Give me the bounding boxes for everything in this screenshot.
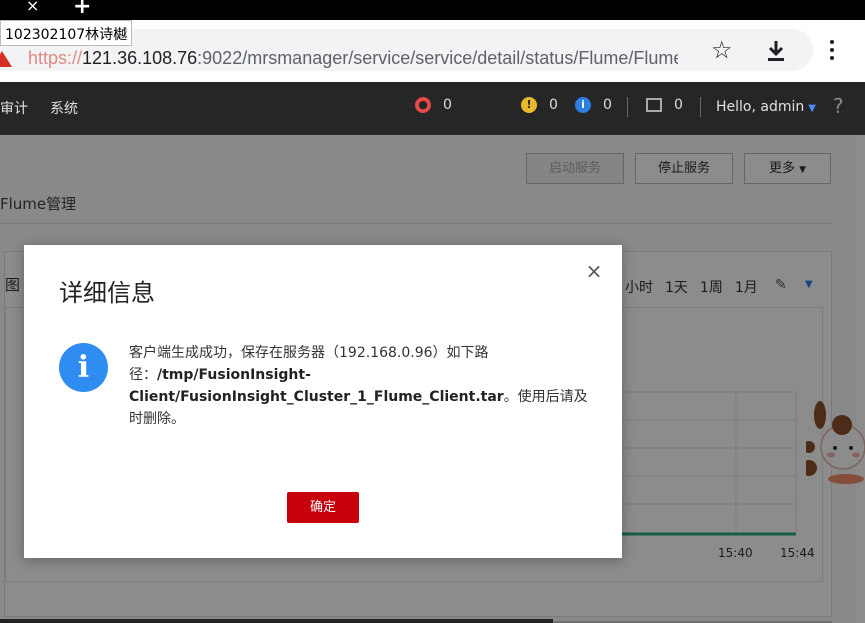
task-list-icon (646, 98, 662, 112)
dialog-message: 客户端生成成功，保存在服务器（192.168.0.96）如下路径：/tmp/Fu… (129, 342, 589, 430)
navbar-divider (700, 97, 701, 117)
major-alarm-count: 0 (549, 97, 558, 113)
major-alarm-indicator[interactable]: ! 0 (521, 97, 558, 113)
task-indicator[interactable]: 0 (646, 97, 683, 113)
top-navbar: 审计 系统 ● 0 ! 0 i 0 0 Hello, admin ▼ ? (0, 82, 865, 135)
browser-tabstrip: × + (0, 0, 865, 20)
details-dialog: 详细信息 × i 客户端生成成功，保存在服务器（192.168.0.96）如下路… (24, 245, 622, 558)
new-tab-icon[interactable]: + (73, 0, 91, 19)
critical-alarm-count: 0 (443, 97, 452, 113)
bookmark-star-icon[interactable]: ☆ (711, 36, 733, 64)
minor-alarm-indicator[interactable]: i 0 (575, 97, 612, 113)
minor-alarm-count: 0 (603, 97, 612, 113)
caret-down-icon: ▼ (808, 103, 816, 114)
message-path: /tmp/FusionInsight-Client/FusionInsight_… (129, 367, 504, 405)
confirm-button[interactable]: 确定 (287, 492, 359, 523)
fire-icon: ● (415, 97, 431, 113)
warning-icon: ! (521, 97, 537, 113)
dialog-title: 详细信息 (59, 279, 155, 307)
not-secure-warning-icon[interactable] (0, 51, 12, 67)
close-icon[interactable]: × (584, 261, 604, 281)
download-icon[interactable] (766, 40, 786, 62)
info-small-icon: i (575, 97, 591, 113)
browser-menu-icon[interactable] (828, 40, 836, 60)
help-icon[interactable]: ? (833, 94, 844, 118)
user-greeting: Hello, admin (716, 99, 805, 115)
url-scheme: https:// (28, 48, 83, 68)
url-text[interactable]: https://121.36.108.76:9022/mrsmanager/se… (28, 48, 678, 69)
critical-alarm-indicator[interactable]: ● 0 (415, 97, 452, 113)
nav-item-system[interactable]: 系统 (50, 98, 78, 118)
tab-close-icon[interactable]: × (26, 0, 39, 15)
student-id-label: 102302107林诗樾 (0, 20, 133, 46)
url-host: 121.36.108.76 (82, 48, 198, 68)
task-count: 0 (674, 97, 683, 113)
taskbar-edge (0, 619, 553, 623)
url-path: :9022/mrsmanager/service/service/detail/… (197, 48, 678, 68)
user-menu[interactable]: Hello, admin ▼ (716, 99, 816, 115)
nav-item-audit[interactable]: 审计 (0, 98, 28, 118)
info-icon: i (59, 343, 108, 392)
navbar-divider (627, 97, 628, 117)
